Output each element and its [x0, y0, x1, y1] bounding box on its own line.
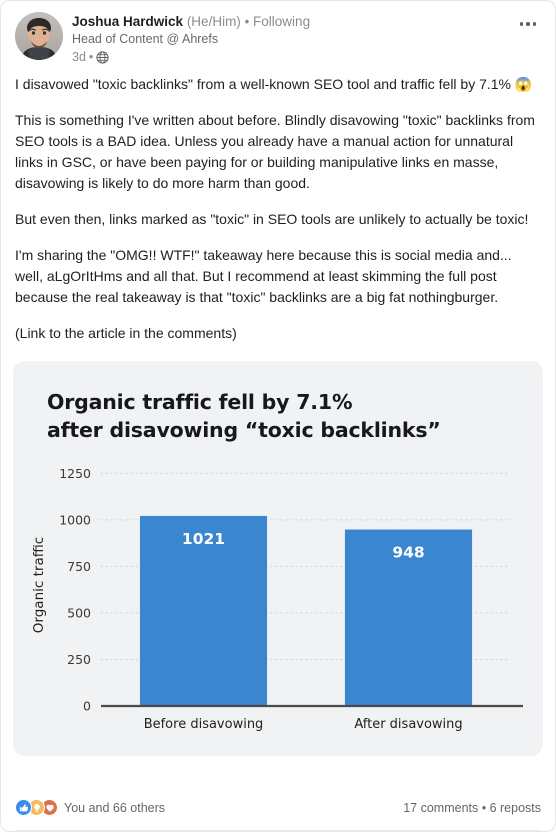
y-axis-tick-label: 0: [83, 699, 91, 714]
like-icon: [15, 799, 32, 816]
post-paragraph: This is something I've written about bef…: [15, 112, 535, 191]
post-header: Joshua Hardwick (He/Him) • Following Hea…: [1, 1, 555, 65]
bar-chart: 0 250 500 750 1000 1250 Organic traffic 1021 Bef…: [13, 456, 543, 756]
post-paragraph: I disavowed "toxic backlinks" from a wel…: [15, 76, 533, 92]
chart-title: Organic traffic fell by 7.1% after disav…: [47, 390, 441, 442]
follow-state: Following: [253, 14, 311, 29]
author-line[interactable]: Joshua Hardwick (He/Him) • Following: [72, 13, 310, 30]
y-axis-tick-label: 250: [67, 652, 91, 667]
post-paragraph: But even then, links marked as "toxic" i…: [15, 211, 529, 227]
linkedin-post-card: Joshua Hardwick (He/Him) • Following Hea…: [0, 0, 556, 832]
stats-separator: •: [478, 800, 490, 815]
author-headline: Head of Content @ Ahrefs: [72, 32, 219, 46]
reposts-count[interactable]: 6 reposts: [490, 801, 541, 815]
avatar[interactable]: [15, 12, 63, 60]
reaction-count-label[interactable]: You and 66 others: [64, 801, 165, 815]
more-dot: [526, 22, 530, 26]
y-axis-tick-label: 750: [67, 559, 91, 574]
y-axis-tick-label: 1250: [59, 466, 91, 481]
y-axis-tick-label: 1000: [59, 512, 91, 527]
author-name[interactable]: Joshua Hardwick: [72, 14, 183, 29]
reaction-icons: [15, 799, 58, 816]
post-body: I disavowed "toxic backlinks" from a wel…: [1, 65, 555, 344]
author-block: Joshua Hardwick (He/Him) • Following Hea…: [72, 12, 310, 65]
reactions-group[interactable]: You and 66 others: [15, 799, 165, 816]
bar-value-label: 1021: [182, 530, 225, 548]
post-paragraph: I'm sharing the "OMG!! WTF!" takeaway he…: [15, 247, 512, 305]
author-separator: •: [240, 14, 254, 29]
x-axis-tick-label: After disavowing: [354, 717, 462, 732]
footer-stats: 17 comments • 6 reposts: [403, 801, 541, 815]
post-footer: You and 66 others 17 comments • 6 repost…: [1, 784, 555, 831]
footer-divider: [15, 830, 541, 831]
time-ago: 3d: [72, 50, 86, 64]
y-axis-tick-label: 500: [67, 605, 91, 620]
y-axis-title: Organic traffic: [31, 537, 47, 633]
more-options-button[interactable]: [515, 15, 541, 33]
post-timestamp: 3d •: [72, 49, 310, 65]
post-paragraph: (Link to the article in the comments): [15, 325, 237, 341]
time-separator: •: [88, 50, 94, 64]
more-dot: [532, 22, 537, 26]
x-axis-tick-label: Before disavowing: [144, 717, 264, 732]
comments-count[interactable]: 17 comments: [403, 801, 478, 815]
post-chart-image[interactable]: Organic traffic fell by 7.1% after disav…: [13, 361, 543, 756]
bar-value-label: 948: [392, 544, 424, 562]
author-pronouns: (He/Him): [186, 14, 241, 29]
more-dot: [519, 22, 524, 26]
globe-icon: [96, 50, 109, 64]
